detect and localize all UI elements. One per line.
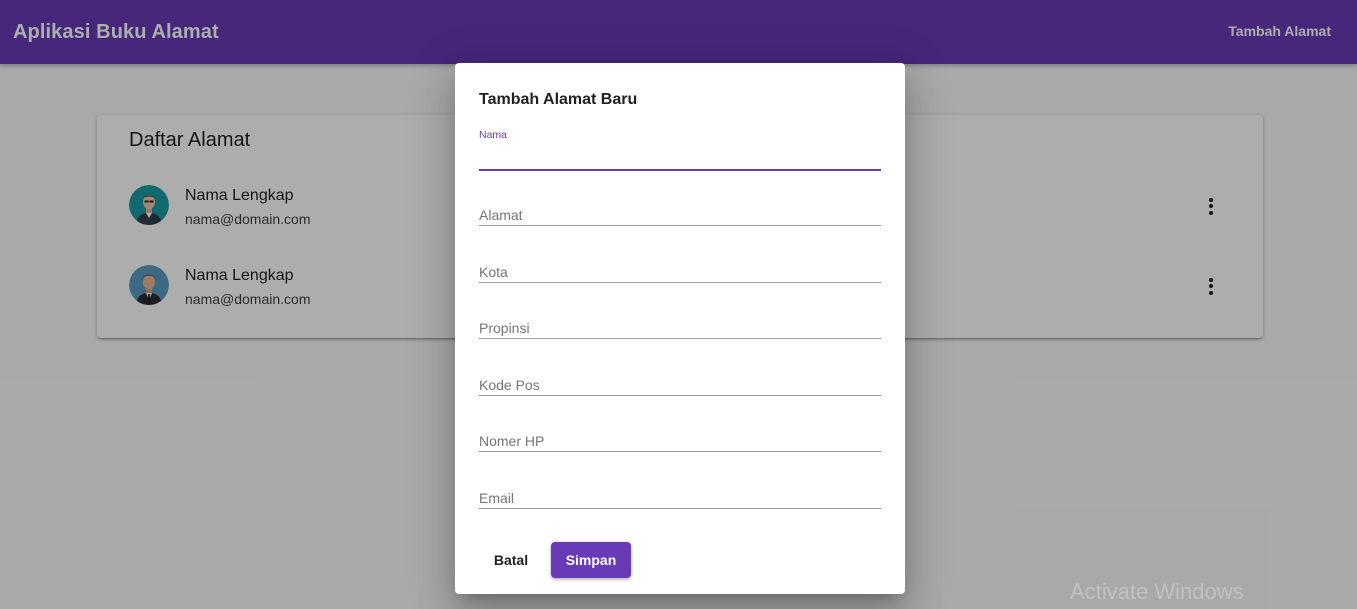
email-field: [479, 487, 881, 509]
save-button[interactable]: Simpan: [551, 542, 631, 578]
kode-pos-field: [479, 374, 881, 396]
kota-field: [479, 261, 881, 283]
cancel-button[interactable]: Batal: [479, 542, 543, 578]
alamat-input[interactable]: [479, 204, 881, 226]
propinsi-input[interactable]: [479, 317, 881, 339]
nama-label: Nama: [479, 129, 508, 141]
activation-watermark: Activate Windows: [1070, 579, 1244, 604]
kota-input[interactable]: [479, 261, 881, 283]
nomer-hp-field: [479, 430, 881, 452]
add-address-dialog: Tambah Alamat Baru Nama Batal Simpan: [455, 63, 905, 594]
nama-input[interactable]: [479, 147, 881, 171]
nama-field: Nama: [479, 129, 881, 171]
email-input[interactable]: [479, 487, 881, 509]
nomer-hp-input[interactable]: [479, 430, 881, 452]
alamat-field: [479, 204, 881, 226]
dialog-title: Tambah Alamat Baru: [479, 91, 638, 108]
kode-pos-input[interactable]: [479, 374, 881, 396]
propinsi-field: [479, 317, 881, 339]
